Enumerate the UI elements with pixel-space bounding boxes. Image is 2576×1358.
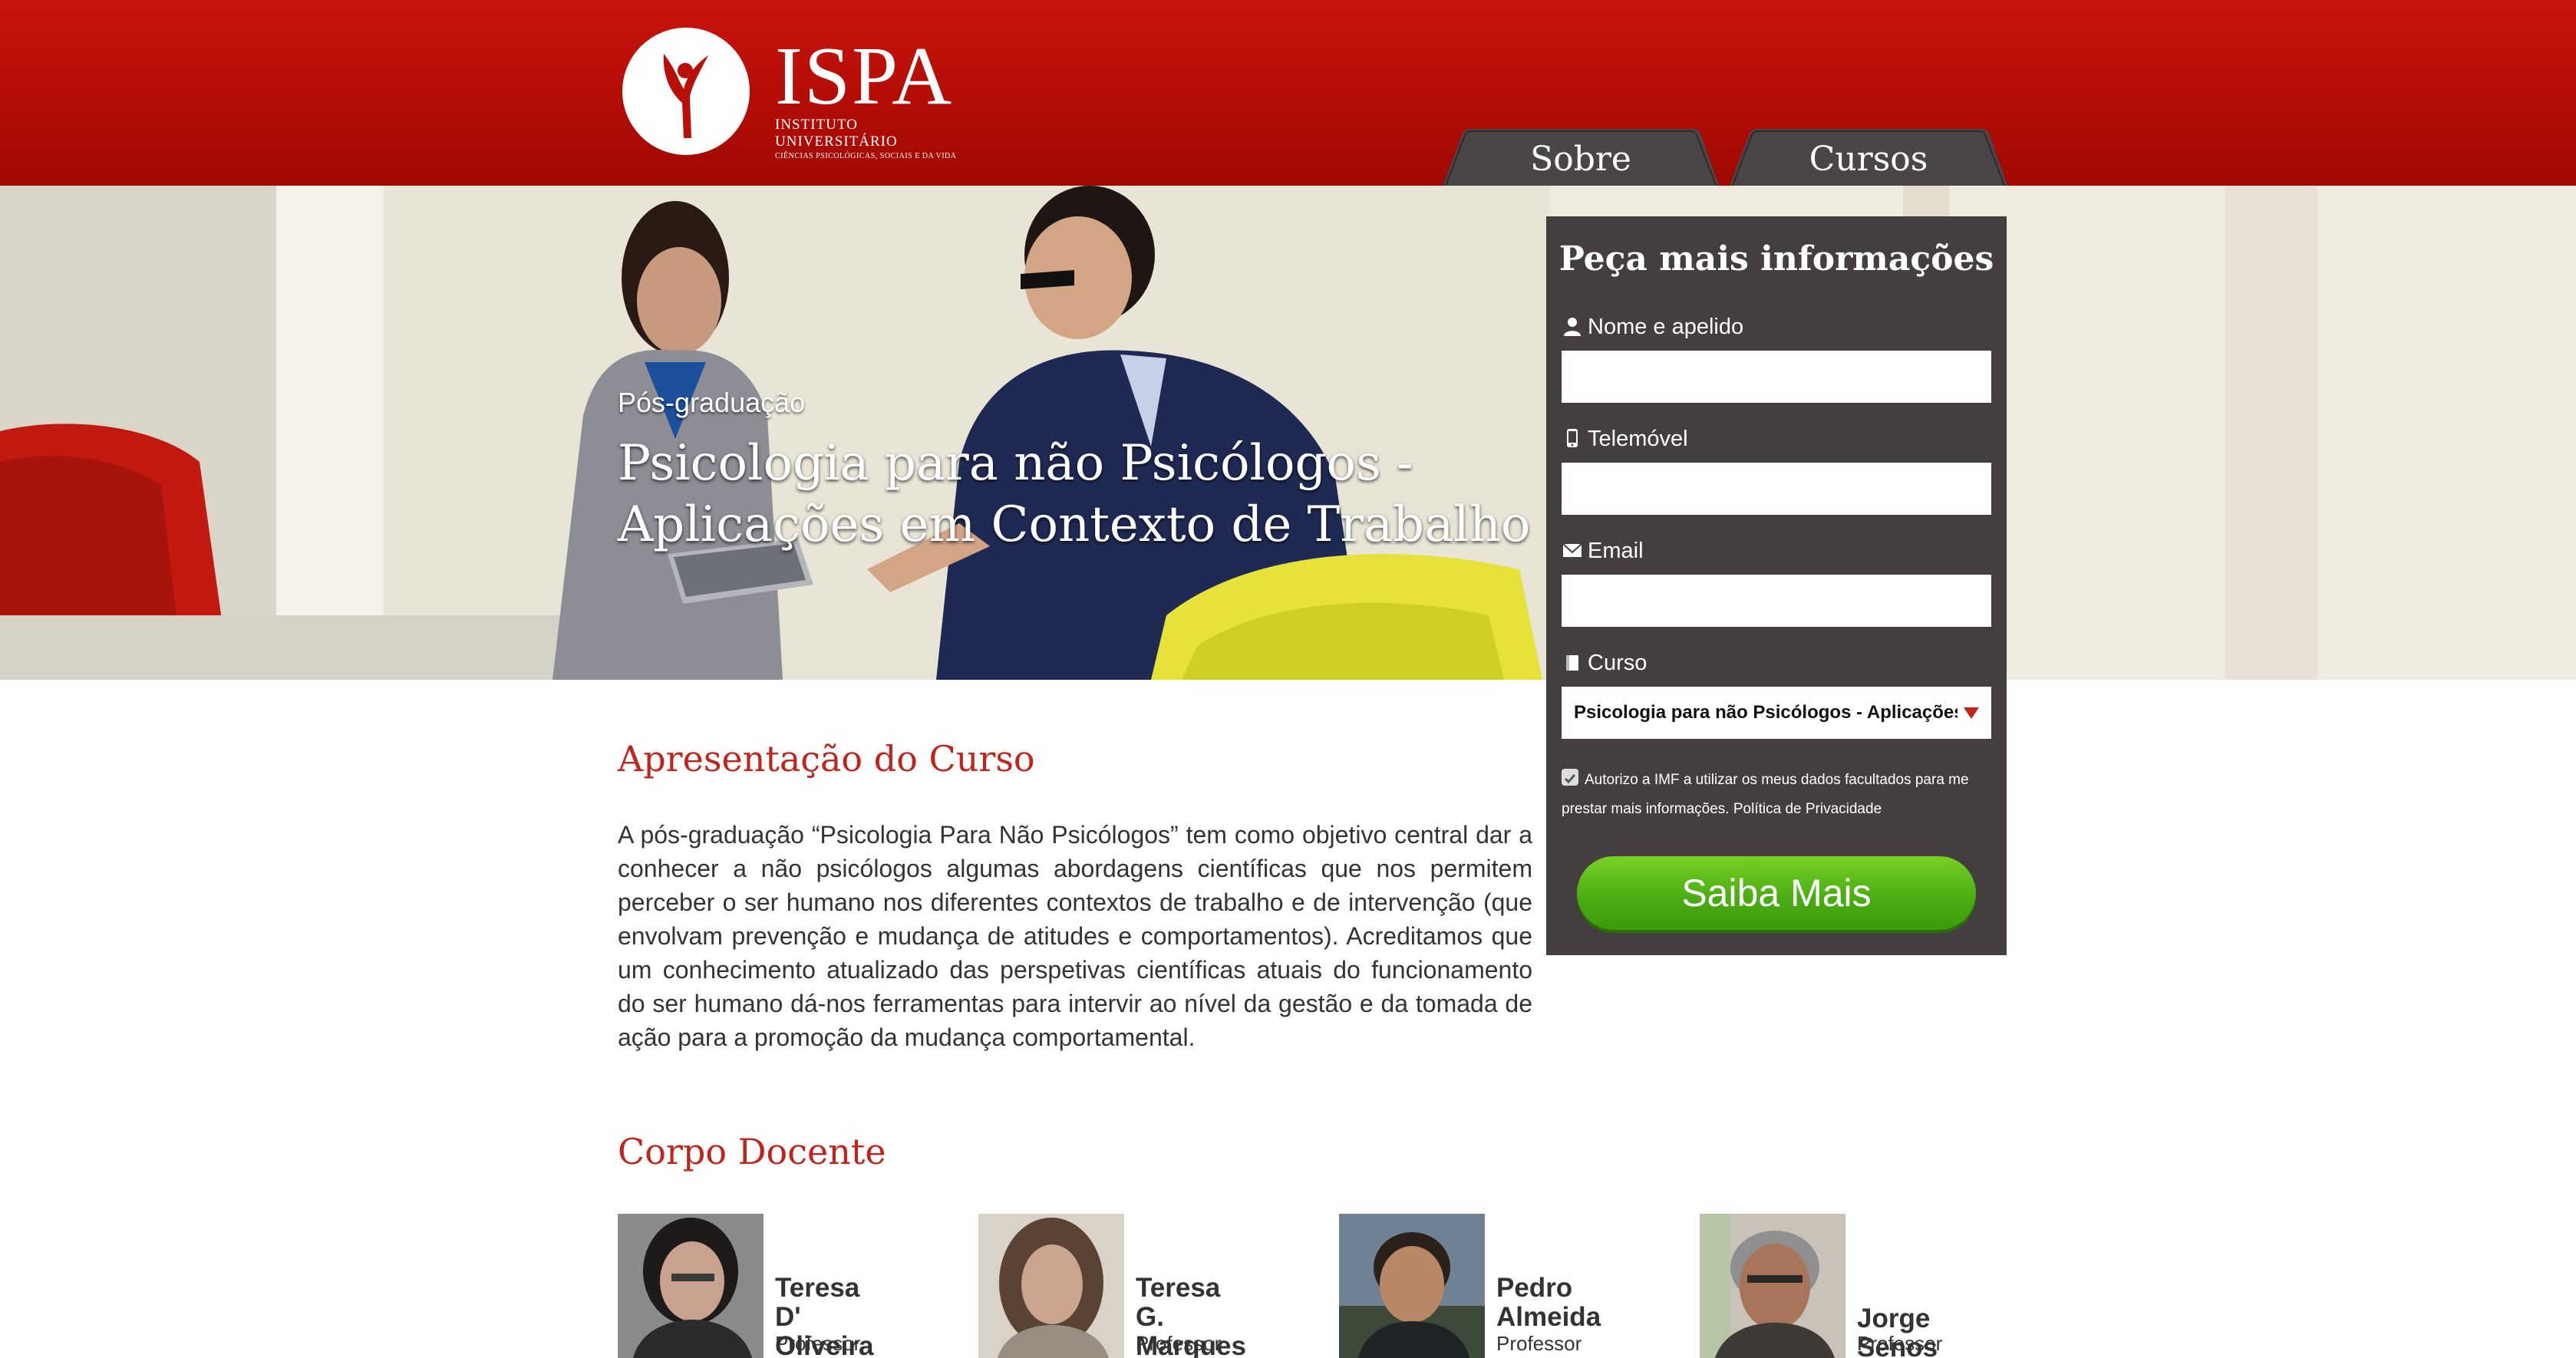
consent-block: Autorizo a IMF a utilizar os meus dados … <box>1562 766 1995 824</box>
course-label: Curso <box>1562 651 1647 676</box>
faculty-heading: Corpo Docente <box>618 1131 886 1172</box>
faculty-name: Pedro Almeida <box>1496 1274 1601 1332</box>
hero-title-line: Psicologia para não Psicólogos - <box>618 435 1413 492</box>
faculty-photo <box>618 1214 764 1358</box>
logo-tagline: CIÊNCIAS PSICOLÓGICAS, SOCIAIS E DA VIDA <box>775 152 957 160</box>
nav-tab-cursos[interactable]: Cursos <box>1730 129 2007 186</box>
course-select[interactable]: Psicologia para não Psicólogos - Aplicaç… <box>1562 687 1991 739</box>
nav-tab-sobre[interactable]: Sobre <box>1443 129 1719 186</box>
faculty-photo <box>1339 1214 1485 1358</box>
site-header: ISPA INSTITUTO UNIVERSITÁRIO CIÊNCIAS PS… <box>0 0 2576 186</box>
presentation-text: A pós-graduação “Psicologia Para Não Psi… <box>618 821 1532 1051</box>
course-label-text: Curso <box>1588 651 1648 675</box>
hero-title-line: Aplicações em Contexto de Trabalho <box>618 496 1531 553</box>
consent-checkbox[interactable] <box>1562 769 1578 786</box>
hero-kicker: Pós-graduação <box>618 387 806 418</box>
email-label-text: Email <box>1588 539 1644 563</box>
presentation-heading: Apresentação do Curso <box>618 738 1035 780</box>
phone-label-text: Telemóvel <box>1588 427 1688 451</box>
email-label: Email <box>1562 539 1644 564</box>
ispa-logo[interactable]: ISPA INSTITUTO UNIVERSITÁRIO CIÊNCIAS PS… <box>618 23 963 161</box>
logo-emblem-icon <box>622 28 750 155</box>
faculty-name-line: Almeida <box>1496 1302 1601 1332</box>
nav-tab-label: Sobre <box>1530 140 1631 179</box>
form-title: Peça mais informações <box>1558 239 1994 279</box>
privacy-policy-link[interactable]: Política de Privacidade <box>1733 801 1882 817</box>
faculty-role: Professor Auxiliar <box>1136 1332 1222 1358</box>
faculty-role: Professor Auxiliar <box>775 1332 861 1358</box>
info-request-form: Peça mais informações Nome e apelido Tel… <box>1546 216 2007 955</box>
hero-text: Pós-graduação Psicologia para não Psicól… <box>618 387 1530 555</box>
book-icon <box>1566 655 1578 671</box>
email-input[interactable] <box>1562 575 1991 627</box>
hero-title: Psicologia para não Psicólogos - Aplicaç… <box>618 433 1530 555</box>
faculty-name-line: Teresa G. <box>1136 1273 1221 1332</box>
nav-tab-label: Cursos <box>1809 140 1928 179</box>
dropdown-caret-icon <box>1964 707 1979 719</box>
name-input[interactable] <box>1562 351 1991 403</box>
course-select-value: Psicologia para não Psicólogos - Aplicaç… <box>1574 702 1958 723</box>
user-icon <box>1564 318 1581 336</box>
phone-icon <box>1567 429 1578 447</box>
faculty-name-line: Teresa D' <box>775 1273 860 1332</box>
faculty-photo <box>978 1214 1124 1358</box>
faculty-name-line: Pedro <box>1496 1273 1573 1303</box>
faculty-role: Professor Auxiliar <box>1857 1332 1943 1358</box>
checkmark-icon <box>1564 774 1576 784</box>
phone-input[interactable] <box>1562 463 1991 515</box>
name-label-text: Nome e apelido <box>1588 315 1744 339</box>
logo-wordmark: ISPA <box>775 31 954 122</box>
phone-label: Telemóvel <box>1562 427 1688 452</box>
faculty-role: Professor Auxiliar <box>1496 1332 1582 1358</box>
hero-banner: Pós-graduação Psicologia para não Psicól… <box>0 186 2576 680</box>
envelope-icon <box>1562 543 1582 557</box>
logo-text: ISPA INSTITUTO UNIVERSITÁRIO CIÊNCIAS PS… <box>775 31 963 161</box>
faculty-photo <box>1700 1214 1845 1358</box>
name-label: Nome e apelido <box>1562 315 1743 340</box>
saiba-mais-button[interactable]: Saiba Mais <box>1577 856 1976 930</box>
